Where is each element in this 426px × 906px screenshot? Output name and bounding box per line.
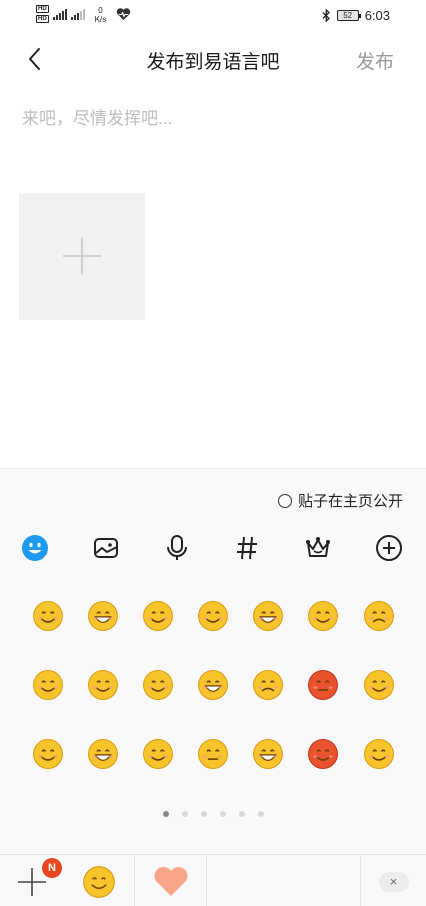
crown-icon xyxy=(306,537,330,557)
emoji-worried[interactable] xyxy=(362,599,396,633)
page-dot[interactable] xyxy=(219,811,226,817)
topic-tool[interactable] xyxy=(232,533,262,563)
heart-icon xyxy=(153,866,188,896)
public-toggle[interactable]: 贴子在主页公开 xyxy=(277,490,403,511)
microphone-icon xyxy=(167,535,187,560)
signal-2-icon xyxy=(70,8,85,20)
network-speed: 0 K/s xyxy=(95,6,107,24)
emoji-red-face[interactable] xyxy=(306,737,340,771)
emoji-smile[interactable] xyxy=(31,599,65,633)
new-badge: N xyxy=(42,858,62,878)
publish-button[interactable]: 发布 xyxy=(356,47,394,74)
radio-button[interactable] xyxy=(277,493,292,508)
emoji-fist[interactable] xyxy=(362,737,396,771)
content-input[interactable]: 来吧，尽情发挥吧... xyxy=(22,104,172,129)
page-dot[interactable] xyxy=(162,811,169,817)
more-tool[interactable] xyxy=(374,533,404,563)
emoji-icon xyxy=(22,535,48,561)
emoji-cry[interactable] xyxy=(86,737,120,771)
header: 发布到易语言吧 发布 xyxy=(0,38,426,80)
image-tool[interactable] xyxy=(91,533,121,563)
page-indicator xyxy=(0,811,426,817)
emoji-sneeze[interactable] xyxy=(196,737,230,771)
emoji-sly[interactable] xyxy=(31,737,65,771)
emoji-thinking[interactable] xyxy=(141,737,175,771)
public-toggle-label: 贴子在主页公开 xyxy=(297,493,403,510)
special-tool[interactable] xyxy=(303,533,333,563)
emoji-tongue[interactable] xyxy=(141,599,175,633)
add-sticker-tab[interactable]: N xyxy=(0,855,64,906)
emoji-laugh[interactable] xyxy=(251,599,285,633)
emoji-tool[interactable] xyxy=(20,533,50,563)
heart-rate-icon xyxy=(117,8,131,21)
emoji-shy[interactable] xyxy=(196,599,230,633)
emoji-panel: 贴子在主页公开 N × xyxy=(0,468,426,906)
smiley-icon xyxy=(83,865,115,898)
bluetooth-icon xyxy=(322,9,330,22)
sim2-label: HD xyxy=(36,15,49,23)
emoji-smug[interactable] xyxy=(141,668,175,702)
add-circle-icon xyxy=(376,535,402,561)
emoji-tabbar: N × xyxy=(0,854,426,906)
hashtag-icon xyxy=(237,536,257,560)
network-speed-value: 0 xyxy=(98,6,103,15)
emoji-angry[interactable] xyxy=(306,668,340,702)
voice-tool[interactable] xyxy=(162,533,192,563)
sim-indicators: HD HD xyxy=(36,5,49,23)
sim1-label: HD xyxy=(36,5,49,13)
emoji-shocked[interactable] xyxy=(251,737,285,771)
add-image-button[interactable] xyxy=(19,193,145,320)
clock: 6:03 xyxy=(364,8,390,23)
emoji-cover-mouth[interactable] xyxy=(86,668,120,702)
battery-indicator: 52 xyxy=(336,10,361,21)
classic-emoji-tab[interactable] xyxy=(64,855,135,906)
image-icon xyxy=(94,538,118,558)
emoji-grin[interactable] xyxy=(86,599,120,633)
emoji-grin-wide[interactable] xyxy=(196,668,230,702)
favorites-tab[interactable] xyxy=(135,855,207,906)
page-dot[interactable] xyxy=(257,811,264,817)
emoji-teary[interactable] xyxy=(31,668,65,702)
composer-toolbar xyxy=(0,533,426,569)
delete-tab[interactable]: × xyxy=(360,855,426,906)
status-bar: HD HD 0 K/s 52 6:03 xyxy=(0,0,426,32)
page-dot[interactable] xyxy=(181,811,188,817)
delete-button[interactable]: × xyxy=(378,871,409,892)
emoji-heart-eyes[interactable] xyxy=(306,599,340,633)
page-dot[interactable] xyxy=(238,811,245,817)
signal-icon xyxy=(52,8,67,20)
page-dot[interactable] xyxy=(200,811,207,817)
network-speed-unit: K/s xyxy=(94,15,107,24)
plus-icon xyxy=(63,237,101,275)
emoji-sweat[interactable] xyxy=(362,668,396,702)
emoji-frown[interactable] xyxy=(251,668,285,702)
